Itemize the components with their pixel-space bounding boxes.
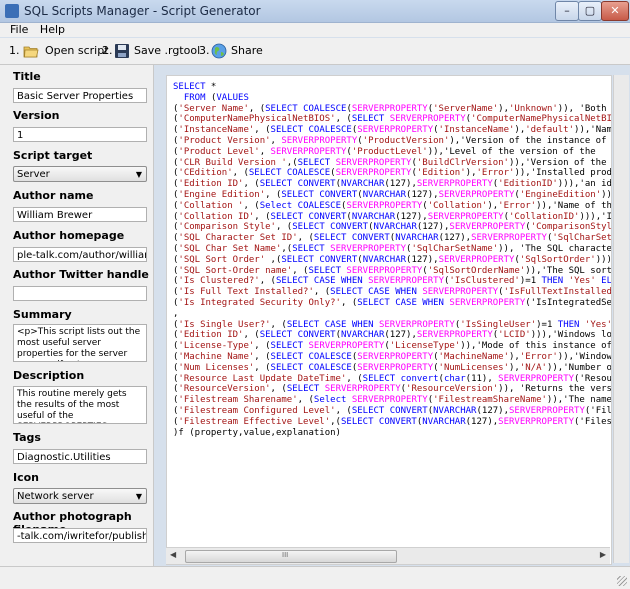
version-field[interactable]: 1 bbox=[13, 127, 147, 142]
author-name-label: Author name bbox=[13, 189, 94, 202]
title-field[interactable]: Basic Server Properties bbox=[13, 88, 147, 103]
share-label: Share bbox=[231, 44, 263, 57]
code-line: ('Filestream Configured Level', (SELECT … bbox=[173, 405, 612, 416]
code-line: ('Product Level', SERVERPROPERTY('Produc… bbox=[173, 146, 596, 157]
code-line: ('CEdition', (SELECT COALESCE(SERVERPROP… bbox=[173, 168, 612, 179]
code-line: ('ComputerNamePhysicalNetBIOS', (SELECT … bbox=[173, 114, 612, 125]
code-line: ('Machine Name', (SELECT COALESCE(SERVER… bbox=[173, 351, 612, 362]
description-label: Description bbox=[13, 369, 85, 382]
horizontal-scrollbar[interactable]: ◀ III ▶ bbox=[166, 547, 610, 564]
script-target-select[interactable]: Server ▼ bbox=[13, 166, 147, 182]
maximize-button[interactable]: ▢ bbox=[578, 1, 602, 21]
menu-help[interactable]: Help bbox=[40, 23, 65, 36]
code-line: ('Product Version', SERVERPROPERTY('Prod… bbox=[173, 135, 607, 146]
save-rgtool-button[interactable]: 2. Save .rgtool bbox=[102, 42, 200, 60]
scroll-thumb[interactable]: III bbox=[185, 550, 397, 563]
menu-file[interactable]: File bbox=[10, 23, 28, 36]
title-bar: SQL Scripts Manager - Script Generator –… bbox=[0, 0, 630, 23]
author-homepage-field[interactable]: ple-talk.com/author/william-brewer/ bbox=[13, 247, 147, 262]
script-target-value: Server bbox=[17, 169, 50, 180]
script-editor[interactable]: SELECT * FROM (VALUES ('Server Name', (SE… bbox=[166, 75, 612, 565]
code-line: , bbox=[173, 308, 179, 319]
icon-label: Icon bbox=[13, 471, 40, 484]
summary-label: Summary bbox=[13, 308, 72, 321]
properties-panel: Title Basic Server Properties Version 1 … bbox=[0, 65, 154, 588]
code-line: ('Collation ID', (SELECT CONVERT(NVARCHA… bbox=[173, 211, 612, 222]
code-line: ('Filestream Effective Level',(SELECT CO… bbox=[173, 416, 612, 427]
window-title: SQL Scripts Manager - Script Generator bbox=[24, 4, 261, 18]
step-number: 3. bbox=[199, 44, 210, 57]
step-number: 1. bbox=[9, 44, 20, 57]
folder-icon bbox=[23, 46, 39, 58]
code-line: ('ResourceVersion', (SELECT SERVERPROPER… bbox=[173, 384, 612, 395]
app-icon bbox=[5, 4, 19, 18]
code-line: ('SQL Character Set ID', (SELECT CONVERT… bbox=[173, 233, 612, 244]
open-script-label: Open script bbox=[45, 44, 109, 57]
toolbar: 1. Open script 2. Save .rgtool 3. Share bbox=[0, 38, 630, 65]
code-line: ('Num Licenses', (SELECT COALESCE(SERVER… bbox=[173, 362, 612, 373]
version-label: Version bbox=[13, 109, 60, 122]
author-twitter-field[interactable] bbox=[13, 286, 147, 301]
floppy-disk-icon bbox=[115, 44, 129, 58]
code-line: )f (property,value,explanation) bbox=[173, 427, 341, 438]
code-line: ('Engine Edition', (SELECT CONVERT(NVARC… bbox=[173, 189, 612, 200]
code-line: ('Edition ID', (SELECT CONVERT(NVARCHAR(… bbox=[173, 330, 612, 341]
code-line: ('Resource Last Update DateTime', (SELEC… bbox=[173, 373, 612, 384]
code-line: SELECT * bbox=[173, 82, 217, 92]
code-line: ('InstanceName', (SELECT COALESCE(SERVER… bbox=[173, 125, 612, 136]
code-line: FROM (VALUES bbox=[183, 92, 249, 103]
author-photo-field[interactable]: -talk.com/iwritefor/publishers/59.gif bbox=[13, 528, 147, 543]
step-number: 2. bbox=[102, 44, 113, 57]
close-button[interactable]: ✕ bbox=[601, 1, 629, 21]
code-line: ('License-Type', (SELECT SERVERPROPERTY(… bbox=[173, 341, 612, 352]
tags-label: Tags bbox=[13, 431, 41, 444]
menu-bar: File Help bbox=[0, 23, 630, 37]
icon-select[interactable]: Network server ▼ bbox=[13, 488, 147, 504]
share-button[interactable]: 3. Share bbox=[199, 42, 263, 60]
globe-icon bbox=[211, 43, 227, 59]
sql-code: SELECT * FROM (VALUES ('Server Name', (SE… bbox=[173, 82, 612, 438]
status-bar bbox=[0, 566, 630, 589]
script-target-label: Script target bbox=[13, 149, 93, 162]
chevron-down-icon: ▼ bbox=[135, 492, 142, 501]
icon-select-value: Network server bbox=[17, 491, 94, 502]
scroll-left-icon[interactable]: ◀ bbox=[170, 550, 176, 559]
author-homepage-label: Author homepage bbox=[13, 229, 125, 242]
code-line: ('SQL Sort-Order name', (SELECT SERVERPR… bbox=[173, 265, 612, 276]
minimize-button[interactable]: – bbox=[555, 1, 579, 21]
vertical-scrollbar[interactable] bbox=[613, 75, 629, 563]
author-name-field[interactable]: William Brewer bbox=[13, 207, 147, 222]
title-label: Title bbox=[13, 70, 41, 83]
author-twitter-label: Author Twitter handle bbox=[13, 268, 149, 281]
scroll-right-icon[interactable]: ▶ bbox=[600, 550, 606, 559]
code-line: ('Comparison Style', (SELECT CONVERT(NVA… bbox=[173, 222, 612, 233]
code-line: ('Is Clustered?', (SELECT CASE WHEN SERV… bbox=[173, 276, 612, 287]
description-textarea[interactable]: This routine merely gets the results of … bbox=[13, 386, 147, 424]
code-line: ('SQL Char Set Name',(SELECT SERVERPROPE… bbox=[173, 243, 612, 254]
code-line: ('Filestream Sharename', (Select SERVERP… bbox=[173, 395, 612, 406]
code-line: ('CLR Build Version ',(SELECT SERVERPROP… bbox=[173, 157, 607, 168]
code-line: ('Is Full Text Installed?', (SELECT CASE… bbox=[173, 287, 612, 298]
code-line: ('Edition ID', (SELECT CONVERT(NVARCHAR(… bbox=[173, 179, 612, 190]
code-line: ('Is Single User?', (SELECT CASE WHEN SE… bbox=[173, 319, 612, 330]
grip-icon: III bbox=[282, 551, 289, 559]
summary-textarea[interactable]: <p>This script lists out the most useful… bbox=[13, 324, 147, 362]
save-rgtool-label: Save .rgtool bbox=[134, 44, 201, 57]
resize-grip-icon[interactable] bbox=[617, 576, 627, 586]
tags-field[interactable]: Diagnostic.Utilities bbox=[13, 449, 147, 464]
code-line: ('Server Name', (SELECT COALESCE(SERVERP… bbox=[173, 103, 607, 114]
chevron-down-icon: ▼ bbox=[135, 170, 142, 179]
open-script-button[interactable]: 1. Open script bbox=[9, 42, 109, 60]
code-line: ('SQL Sort Order' ,(SELECT CONVERT(NVARC… bbox=[173, 254, 612, 265]
code-line: ('Collation ', (Select COALESCE(SERVERPR… bbox=[173, 200, 612, 211]
code-line: ('Is Integrated Security Only?', (SELECT… bbox=[173, 297, 612, 308]
